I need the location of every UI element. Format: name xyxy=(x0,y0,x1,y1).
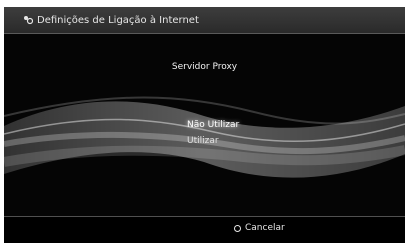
network-settings-icon xyxy=(23,15,33,25)
ps3-screen: Definições de Ligação à Internet Servido… xyxy=(0,0,409,244)
page-title: Definições de Ligação à Internet xyxy=(37,14,199,26)
footer-bar xyxy=(4,216,405,243)
settings-dialog: Definições de Ligação à Internet Servido… xyxy=(4,7,405,243)
option-nao-utilizar[interactable]: Não Utilizar xyxy=(187,120,239,130)
circle-button-icon xyxy=(234,224,241,232)
titlebar: Definições de Ligação à Internet xyxy=(4,7,405,34)
cancel-button[interactable]: Cancelar xyxy=(234,223,285,233)
dialog-heading: Servidor Proxy xyxy=(171,62,238,72)
content-area: Servidor Proxy Não Utilizar Utilizar xyxy=(4,34,405,216)
option-utilizar[interactable]: Utilizar xyxy=(187,136,219,146)
cancel-label: Cancelar xyxy=(245,223,285,233)
